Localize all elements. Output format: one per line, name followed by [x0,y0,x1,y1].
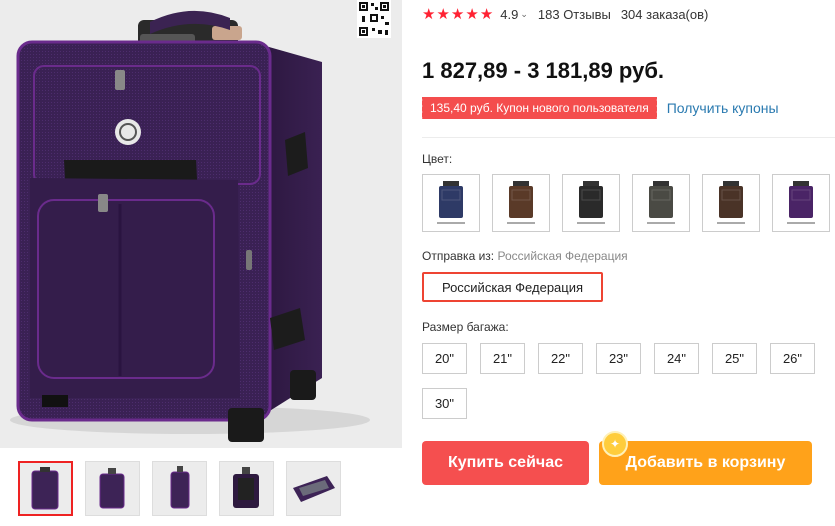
size-option[interactable]: 20" [422,343,467,374]
size-option[interactable]: 22" [538,343,583,374]
thumbnail-4[interactable] [219,461,274,516]
thumbnail-strip [18,461,341,517]
color-option-coffee[interactable] [702,174,760,232]
color-option-purple[interactable] [772,174,830,232]
thumbnail-1[interactable] [18,461,73,516]
shipping-label-text: Отправка из: [422,249,495,263]
star-icon: ★ [436,5,450,23]
add-to-cart-label: Добавить в корзину [625,454,786,471]
buy-now-button[interactable]: Купить сейчас [422,441,589,485]
size-option[interactable]: 30" [422,388,467,419]
reviews-count[interactable]: 183 Отзывы [538,7,611,22]
product-price: 1 827,89 - 3 181,89 руб. [422,58,665,83]
color-option-navy[interactable] [422,174,480,232]
product-info: ★ ★ ★ ★ ★ 4.9 ⌄ 183 Отзывы 304 заказа(ов) 1 … [419,0,835,526]
size-option[interactable]: 24" [654,343,699,374]
add-to-cart-button[interactable]: ✦ Добавить в корзину [599,431,812,485]
star-icon: ★ [450,5,465,23]
coupon-row: 135,40 руб. Купон нового пользователя По… [419,96,779,120]
size-option[interactable]: 21" [480,343,525,374]
size-label: Размер багажа: [422,320,509,334]
shipping-origin: Российская Федерация [497,249,628,263]
shipping-option-button[interactable]: Российская Федерация [422,272,603,302]
color-option-black[interactable] [562,174,620,232]
rating-row: ★ ★ ★ ★ ★ 4.9 ⌄ 183 Отзывы 304 заказа(ов) [422,5,708,23]
star-icon: ★ [422,5,436,23]
size-option[interactable]: 26" [770,343,815,374]
size-option[interactable]: 23" [596,343,641,374]
color-option-gray[interactable] [632,174,690,232]
size-options: 20" 21" 22" 23" 24" 25" 26" 30" [422,343,822,419]
divider [422,137,835,138]
color-label: Цвет: [422,152,453,166]
main-product-photo[interactable] [0,0,402,448]
orders-count: 304 заказа(ов) [620,6,709,22]
shipping-label: Отправка из: Российская Федерация [422,249,628,263]
coupon-tag: 135,40 руб. Купон нового пользователя [419,97,657,119]
color-option-brown[interactable] [492,174,550,232]
star-icon: ★ [479,5,494,23]
thumbnail-2[interactable] [85,461,140,516]
star-rating: ★ ★ ★ ★ ★ [422,7,493,22]
rating-value: 4.9 [500,6,519,22]
image-gallery [0,0,410,526]
coin-icon: ✦ [602,431,628,457]
qr-code-icon [357,0,391,38]
thumbnail-5[interactable] [286,461,341,516]
color-options [422,174,830,232]
chevron-down-icon[interactable]: ⌄ [520,9,528,20]
size-option[interactable]: 25" [712,343,757,374]
get-coupons-link[interactable]: Получить купоны [667,100,779,116]
thumbnail-3[interactable] [152,461,207,516]
star-icon: ★ [465,5,479,23]
